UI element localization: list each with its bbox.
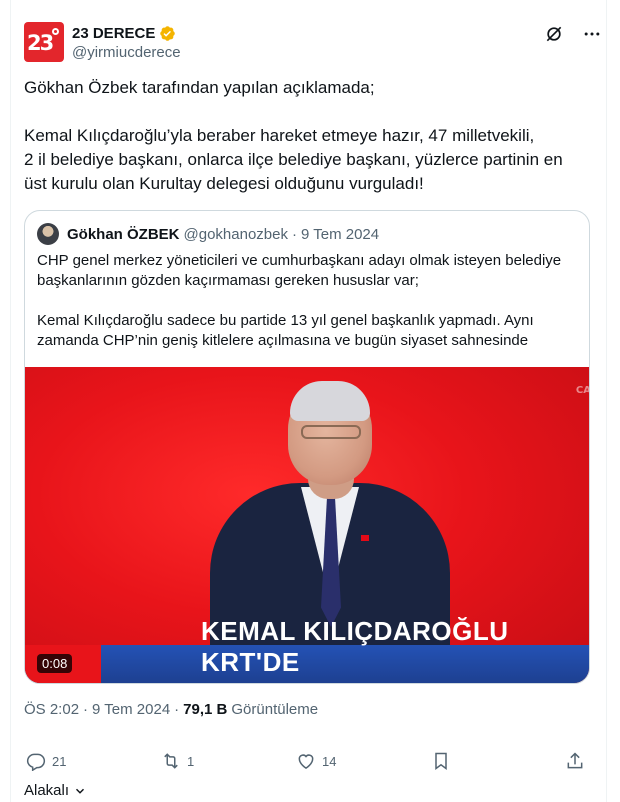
quote-text: CHP genel merkez yöneticileri ve cumhurb… [37,251,581,351]
author-display-name[interactable]: 23 DERECE [72,25,155,42]
relevant-replies-toggle[interactable]: Alakalı [24,782,87,799]
meta-separator: · [83,701,89,718]
degree-mark [52,28,59,35]
video-duration: 0:08 [37,654,73,673]
author-avatar[interactable]: 23 [24,22,64,62]
bookmark-button[interactable] [431,748,451,774]
video-figure-glasses [301,425,361,439]
quote-date[interactable]: 9 Tem 2024 [301,226,379,243]
quote-line: Kemal Kılıçdaroğlu sadece bu partide 13 … [37,312,534,329]
verified-badge-icon[interactable] [159,25,176,42]
quote-avatar[interactable] [37,223,59,245]
quote-author-name[interactable]: Gökhan ÖZBEK [67,226,180,243]
meta-separator: · [174,701,180,718]
author-handle[interactable]: @yirmiucderece [72,44,181,61]
video-player[interactable]: CA KEMAL KILIÇDAROĞLU KRT'DE 0:08 [25,367,590,683]
header-actions [544,24,602,44]
bookmark-icon [435,752,447,770]
reply-button[interactable]: 21 [26,748,66,774]
author-display-name-row[interactable]: 23 DERECE [72,23,181,43]
quote-line: başkanlarının gözden kaçırmaması gereken… [37,272,419,289]
tweet-date[interactable]: 9 Tem 2024 [92,701,170,718]
tweet-line: 2 il belediye başkanı, onlarca ilçe bele… [24,150,563,169]
avatar-logo: 23 [27,31,54,55]
quote-line: zamanda CHP’nin geniş kitlelere açılması… [37,332,529,349]
tweet-text: Gökhan Özbek tarafından yapılan açıklama… [24,76,584,196]
retweet-icon [164,753,178,769]
tweet-time[interactable]: ÖS 2:02 [24,701,79,718]
action-bar: 21 1 14 [24,748,586,774]
author-names: 23 DERECE @yirmiucderece [72,23,181,62]
chevron-down-icon [76,788,85,794]
video-figure-hair [290,381,370,421]
retweet-button[interactable]: 1 [161,748,194,774]
views-label: Görüntüleme [231,701,319,718]
tweet-meta: ÖS 2:02 · 9 Tem 2024 · 79,1 B Görüntülem… [24,701,318,718]
like-icon [298,754,314,769]
quote-author-handle[interactable]: @gokhanozbek [184,226,288,243]
like-count: 14 [322,753,337,769]
grok-icon[interactable] [544,24,564,44]
views-count: 79,1 B [183,701,228,718]
quoted-tweet[interactable]: Gökhan ÖZBEK @gokhanozbek · 9 Tem 2024 C… [24,210,590,684]
video-caption: KEMAL KILIÇDAROĞLU KRT'DE [201,616,509,677]
tweet-line: Gökhan Özbek tarafından yapılan açıklama… [24,78,375,97]
share-button[interactable] [565,748,585,774]
quote-separator: · [291,225,297,243]
tweet-line: üst kurulu olan Kurultay delegesi olduğu… [24,174,424,193]
quote-line: CHP genel merkez yöneticileri ve cumhurb… [37,252,562,269]
lapel-flag-pin [361,535,369,541]
relevant-label[interactable]: Alakalı [24,782,69,799]
like-button[interactable]: 14 [296,748,336,774]
tweet-header: 23 23 DERECE @yirmiucderece [24,22,606,64]
retweet-count: 1 [187,753,195,769]
channel-logo-watermark: CA [575,385,590,396]
reply-icon [26,753,46,771]
more-icon[interactable] [582,24,602,44]
quote-header: Gökhan ÖZBEK @gokhanozbek · 9 Tem 2024 [37,223,379,245]
reply-count: 21 [52,753,67,769]
share-icon [567,752,583,769]
tweet-line: Kemal Kılıçdaroğlu’yla beraber hareket e… [24,126,535,145]
